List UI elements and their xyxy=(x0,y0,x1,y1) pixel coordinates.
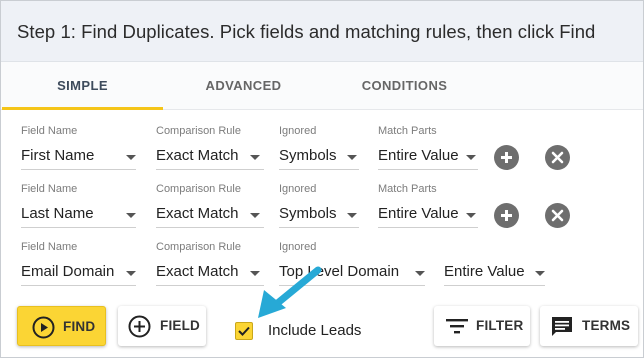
chevron-down-icon xyxy=(347,155,357,160)
field-label: FIELD xyxy=(160,318,200,333)
ignored-select[interactable]: Symbols xyxy=(279,144,359,170)
arrow-pointer-icon xyxy=(258,266,322,318)
field-name-value: Email Domain xyxy=(21,263,115,280)
match-parts-value: Entire Value xyxy=(378,205,459,222)
chevron-down-icon xyxy=(250,213,260,218)
page-title: Step 1: Find Duplicates. Pick fields and… xyxy=(17,21,596,42)
ignored-value: Symbols xyxy=(279,205,337,222)
include-leads-label: Include Leads xyxy=(268,322,362,339)
filter-label: FILTER xyxy=(476,318,524,333)
chevron-down-icon xyxy=(126,271,136,276)
find-label: FIND xyxy=(63,319,96,334)
close-circle-icon xyxy=(551,151,564,164)
terms-label: TERMS xyxy=(582,318,631,333)
message-icon xyxy=(552,317,572,336)
terms-button[interactable]: TERMS xyxy=(540,306,638,346)
play-circle-icon xyxy=(32,316,55,339)
match-parts-value: Entire Value xyxy=(444,263,525,280)
field-name-value: First Name xyxy=(21,147,95,164)
field-name-label: Field Name xyxy=(21,125,78,137)
add-field-button[interactable]: FIELD xyxy=(118,306,206,346)
comparison-rule-label: Comparison Rule xyxy=(156,125,241,137)
match-parts-label: Match Parts xyxy=(378,125,437,137)
field-name-label: Field Name xyxy=(21,241,78,253)
chevron-down-icon xyxy=(347,213,357,218)
field-name-label: Field Name xyxy=(21,183,78,195)
match-parts-value: Entire Value xyxy=(378,147,459,164)
chevron-down-icon xyxy=(126,213,136,218)
ignored-select[interactable]: Symbols xyxy=(279,202,359,228)
close-circle-icon xyxy=(551,209,564,222)
ignored-label: Ignored xyxy=(279,241,317,253)
comparison-rule-label: Comparison Rule xyxy=(156,183,241,195)
match-parts-label: Match Parts xyxy=(378,183,437,195)
add-rule-button[interactable] xyxy=(494,145,519,170)
ignored-label: Ignored xyxy=(279,125,317,137)
chevron-down-icon xyxy=(126,155,136,160)
plus-circle-icon xyxy=(501,152,512,163)
comparison-rule-value: Exact Match xyxy=(156,205,239,222)
match-parts-select[interactable]: Entire Value xyxy=(444,260,545,286)
field-name-select[interactable]: Email Domain xyxy=(21,260,136,286)
filter-icon xyxy=(446,319,468,334)
tab-simple[interactable]: SIMPLE xyxy=(2,62,163,110)
add-circle-outline-icon xyxy=(128,315,151,338)
add-rule-button[interactable] xyxy=(494,203,519,228)
comparison-rule-select[interactable]: Exact Match xyxy=(156,144,264,170)
find-button[interactable]: FIND xyxy=(17,306,106,346)
match-parts-select[interactable]: Entire Value xyxy=(378,144,478,170)
chevron-down-icon xyxy=(250,155,260,160)
checkmark-icon xyxy=(238,326,250,336)
chevron-down-icon xyxy=(535,271,545,276)
plus-circle-icon xyxy=(501,210,512,221)
ignored-value: Symbols xyxy=(279,147,337,164)
step-header: Step 1: Find Duplicates. Pick fields and… xyxy=(1,1,643,62)
tab-bar: SIMPLE ADVANCED CONDITIONS xyxy=(1,62,643,110)
field-name-select[interactable]: Last Name xyxy=(21,202,136,228)
chevron-down-icon xyxy=(466,213,476,218)
comparison-rule-value: Exact Match xyxy=(156,263,239,280)
comparison-rule-label: Comparison Rule xyxy=(156,241,241,253)
comparison-rule-value: Exact Match xyxy=(156,147,239,164)
tab-conditions[interactable]: CONDITIONS xyxy=(324,62,485,110)
include-leads-checkbox[interactable] xyxy=(235,322,253,340)
tab-advanced[interactable]: ADVANCED xyxy=(163,62,324,110)
remove-rule-button[interactable] xyxy=(545,145,570,170)
chevron-down-icon xyxy=(466,155,476,160)
field-name-value: Last Name xyxy=(21,205,94,222)
remove-rule-button[interactable] xyxy=(545,203,570,228)
field-name-select[interactable]: First Name xyxy=(21,144,136,170)
match-parts-select[interactable]: Entire Value xyxy=(378,202,478,228)
ignored-label: Ignored xyxy=(279,183,317,195)
active-tab-indicator xyxy=(2,107,163,110)
chevron-down-icon xyxy=(415,271,425,276)
comparison-rule-select[interactable]: Exact Match xyxy=(156,260,264,286)
filter-button[interactable]: FILTER xyxy=(434,306,530,346)
comparison-rule-select[interactable]: Exact Match xyxy=(156,202,264,228)
